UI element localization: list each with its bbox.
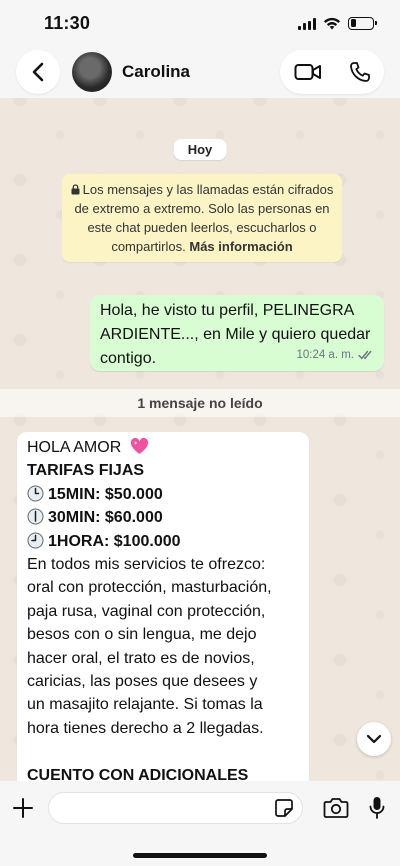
video-call-icon[interactable]	[294, 62, 322, 82]
home-indicator	[133, 853, 267, 858]
camera-icon[interactable]	[323, 797, 349, 819]
message-line: HOLA AMOR	[27, 436, 299, 459]
incoming-message[interactable]: HOLA AMOR TARIFAS FIJAS 15MIN: $50.000 30…	[17, 432, 309, 792]
message-body-line: hora tienes derecho a 2 llegadas.	[27, 719, 264, 737]
more-info-link[interactable]: Más información	[189, 239, 292, 254]
message-input[interactable]	[49, 799, 274, 817]
lock-icon	[71, 184, 80, 195]
message-body-line: caricias, las poses que desees y	[27, 673, 258, 691]
sticker-icon[interactable]	[274, 798, 294, 818]
call-actions	[280, 50, 384, 94]
plus-icon[interactable]	[12, 797, 34, 819]
cellular-signal-icon	[298, 17, 316, 30]
chevron-down-icon	[366, 734, 382, 744]
rate-item: 30MIN: $60.000	[27, 506, 299, 529]
sparkling-heart-icon	[130, 438, 148, 454]
message-body-line: un masajito relajante. Si tomas la	[27, 696, 263, 714]
clock-icon	[27, 532, 44, 549]
rate-label: 30MIN: $60.000	[48, 509, 163, 527]
rates-title: TARIFAS FIJAS	[27, 462, 145, 480]
back-button[interactable]	[16, 50, 60, 94]
battery-level	[350, 19, 356, 27]
double-check-icon	[358, 350, 372, 360]
chevron-left-icon	[32, 62, 44, 82]
date-chip: Hoy	[173, 139, 227, 160]
status-bar: 11:30	[0, 0, 400, 46]
rate-item: 1HORA: $100.000	[27, 530, 299, 553]
avatar[interactable]	[72, 52, 112, 92]
unread-banner: 1 mensaje no leído	[0, 389, 400, 417]
rate-label: 15MIN: $50.000	[48, 485, 163, 503]
message-body: En todos mis servicios te ofrezco: oral c…	[27, 553, 299, 740]
wifi-icon	[324, 17, 340, 29]
rate-item: 15MIN: $50.000	[27, 483, 299, 506]
clock-icon	[27, 508, 44, 525]
status-time: 11:30	[44, 12, 91, 33]
message-meta: 10:24 a. m.	[296, 343, 374, 367]
encryption-notice[interactable]: Los mensajes y las llamadas están cifrad…	[62, 174, 342, 262]
greeting-text: HOLA AMOR	[27, 439, 122, 456]
message-body-line: paja rusa, vaginal con protección,	[27, 602, 266, 620]
phone-call-icon[interactable]	[349, 61, 371, 83]
rate-label: 1HORA: $100.000	[48, 532, 181, 550]
message-body-line: En todos mis servicios te ofrezco:	[27, 556, 266, 574]
rates-list: 15MIN: $50.000 30MIN: $60.000 1HORA: $100.…	[27, 483, 299, 553]
clock-icon	[27, 485, 44, 502]
composer-bar	[0, 781, 400, 866]
message-body-line: hacer oral, el trato es de novios,	[27, 649, 255, 667]
composer-row	[0, 792, 400, 824]
message-body-line: oral con protección, masturbación,	[27, 579, 272, 597]
chat-header: Carolina	[0, 46, 400, 98]
status-icons	[298, 16, 377, 30]
battery-icon	[348, 16, 377, 30]
message-time: 10:24 a. m.	[296, 349, 354, 361]
message-body-line: besos con o sin lengua, me dejo	[27, 626, 257, 644]
scroll-down-button[interactable]	[357, 722, 391, 756]
contact-name[interactable]: Carolina	[122, 62, 280, 82]
message-input-field[interactable]	[48, 792, 303, 824]
outgoing-message[interactable]: Hola, he visto tu perfil, PELINEGRA ARDI…	[90, 295, 384, 371]
microphone-icon[interactable]	[369, 796, 385, 820]
